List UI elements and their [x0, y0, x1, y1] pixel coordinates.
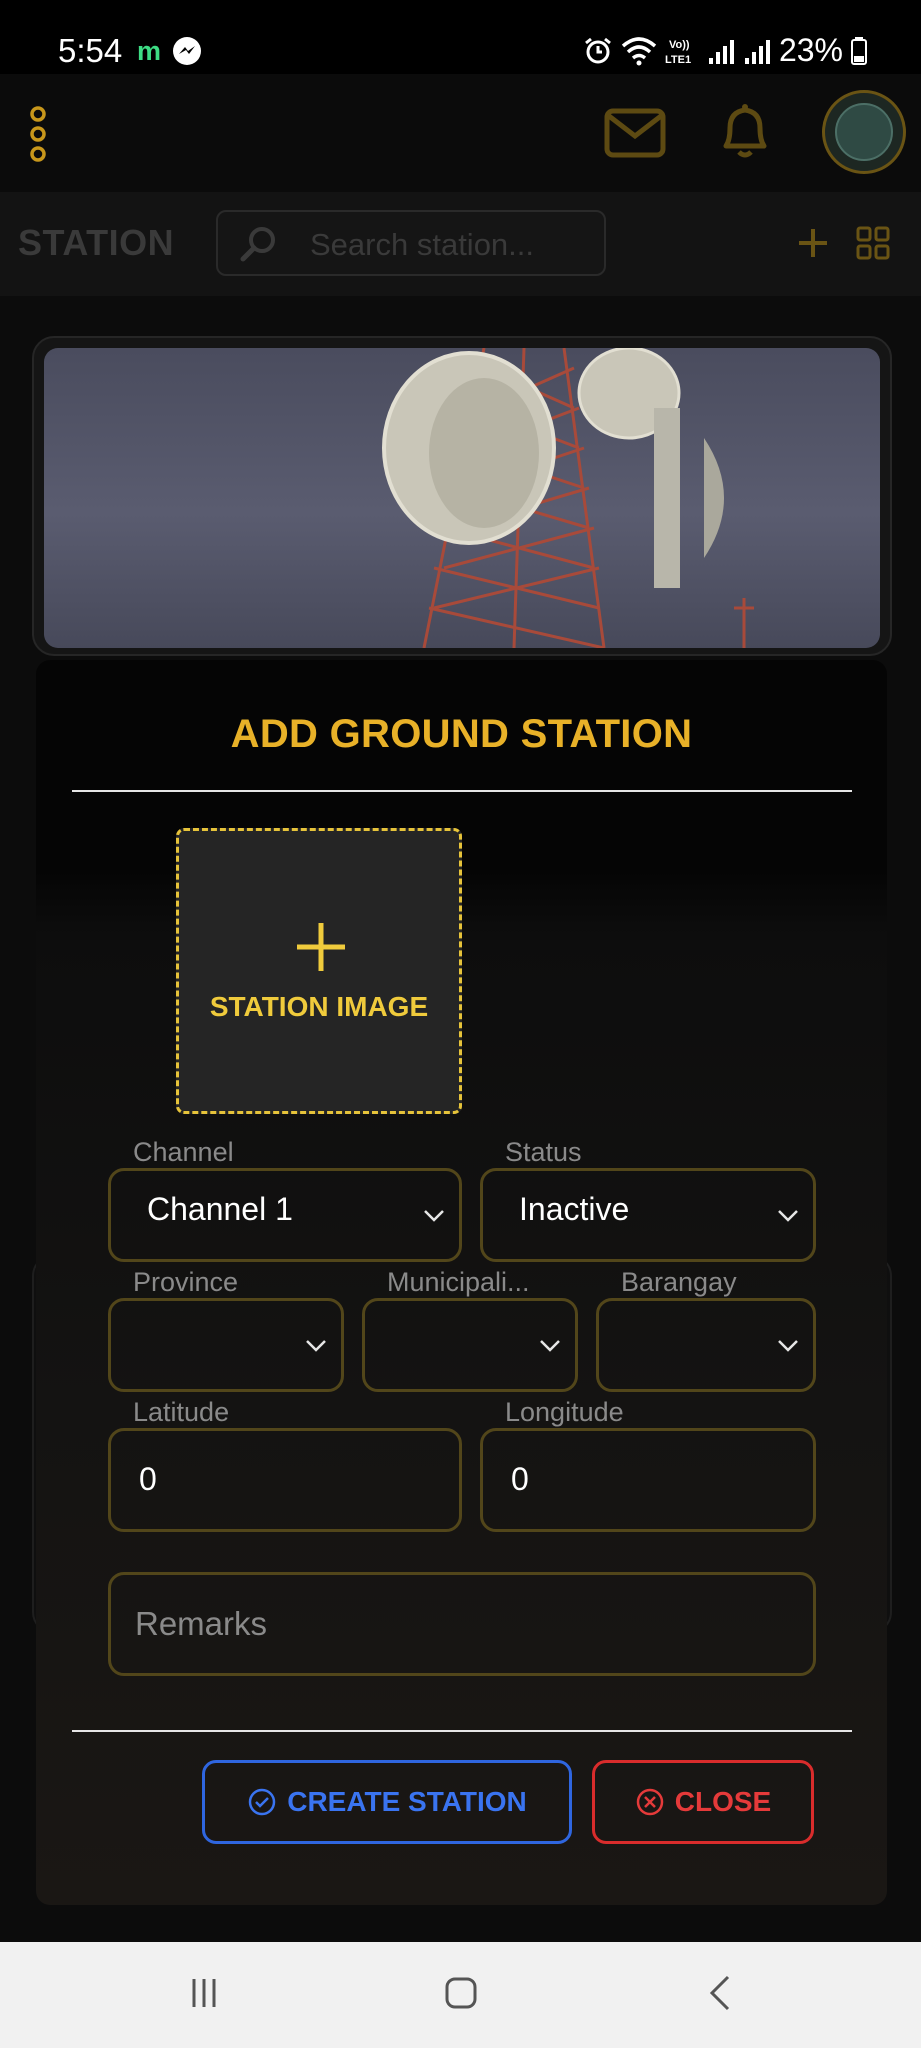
battery-percent: 23%: [778, 32, 843, 68]
longitude-value[interactable]: 0: [511, 1461, 529, 1498]
sub-header: STATION: [0, 192, 921, 296]
search-icon: [240, 227, 275, 262]
longitude-field[interactable]: Longitude 0: [480, 1397, 816, 1532]
system-nav-bar: [0, 1942, 921, 2048]
home-icon[interactable]: [444, 1976, 478, 2010]
close-label: CLOSE: [674, 1786, 772, 1817]
status-value: Inactive: [519, 1191, 630, 1227]
logo-icon: [835, 103, 893, 161]
chevron-down-icon: [778, 1340, 798, 1352]
chevron-down-icon: [306, 1340, 326, 1352]
dialog-title: ADD GROUND STATION: [230, 712, 693, 756]
footer-divider: [72, 1730, 852, 1732]
barangay-label: Barangay: [621, 1267, 737, 1297]
chevron-down-icon: [424, 1210, 444, 1222]
channel-label: Channel: [133, 1137, 234, 1167]
search-input[interactable]: [308, 226, 592, 264]
station-card[interactable]: [32, 336, 892, 656]
close-circle-icon: [636, 1788, 664, 1816]
back-icon[interactable]: [708, 1974, 732, 2012]
province-select[interactable]: Province: [108, 1267, 344, 1392]
grid-view-icon[interactable]: [856, 226, 890, 260]
province-label: Province: [133, 1267, 239, 1297]
barangay-select[interactable]: Barangay: [596, 1267, 816, 1392]
status-bar: 5:54 m Vo)) LTE1 23%: [0, 0, 921, 74]
svg-text:Vo)): Vo)): [669, 39, 690, 51]
status-icons: Vo)) LTE1 23%: [583, 32, 867, 69]
chevron-down-icon: [778, 1210, 798, 1222]
notification-app-icon: m: [137, 36, 162, 66]
top-app-bar: [0, 74, 921, 192]
search-box[interactable]: [216, 210, 606, 276]
plus-icon: [297, 923, 345, 971]
status-time: 5:54: [58, 32, 123, 69]
municipality-select[interactable]: Municipali...: [362, 1267, 578, 1392]
station-image-upload[interactable]: STATION IMAGE: [176, 828, 462, 1114]
create-station-label: CREATE STATION: [287, 1786, 527, 1817]
latitude-field[interactable]: Latitude 0: [108, 1397, 462, 1532]
station-image-label: STATION IMAGE: [209, 991, 429, 1022]
signal-icon: [708, 39, 734, 64]
bell-icon[interactable]: [716, 102, 774, 162]
avatar[interactable]: [822, 90, 906, 174]
channel-select[interactable]: Channel Channel 1: [108, 1137, 462, 1262]
close-button[interactable]: CLOSE: [592, 1760, 814, 1844]
longitude-label: Longitude: [505, 1397, 624, 1427]
wifi-icon: [621, 36, 657, 65]
tower-image: [382, 348, 754, 648]
title-divider: [72, 790, 852, 792]
add-icon[interactable]: [796, 226, 830, 260]
municipality-label: Municipali...: [387, 1267, 530, 1297]
latitude-value[interactable]: 0: [139, 1461, 157, 1498]
page-title: STATION: [18, 222, 175, 263]
volte-icon: Vo)) LTE1: [665, 39, 691, 66]
chevron-down-icon: [540, 1340, 560, 1352]
messenger-icon: [173, 37, 201, 65]
svg-text:LTE1: LTE1: [665, 54, 691, 66]
more-vert-icon[interactable]: [28, 106, 48, 162]
add-station-dialog: ADD GROUND STATION STATION IMAGE Channel…: [36, 660, 887, 1905]
status-select[interactable]: Status Inactive: [480, 1137, 816, 1262]
mail-icon[interactable]: [604, 108, 666, 158]
station-photo: [44, 348, 880, 648]
alarm-icon: [585, 37, 611, 63]
create-station-button[interactable]: CREATE STATION: [202, 1760, 572, 1844]
remarks-field[interactable]: Remarks: [108, 1572, 816, 1676]
battery-icon: [851, 36, 867, 65]
channel-value: Channel 1: [147, 1191, 293, 1227]
recent-apps-icon[interactable]: [188, 1976, 222, 2010]
status-label: Status: [505, 1137, 582, 1167]
remarks-placeholder: Remarks: [135, 1605, 268, 1642]
check-circle-icon: [248, 1788, 276, 1816]
latitude-label: Latitude: [133, 1397, 230, 1427]
signal-icon-2: [744, 39, 770, 64]
